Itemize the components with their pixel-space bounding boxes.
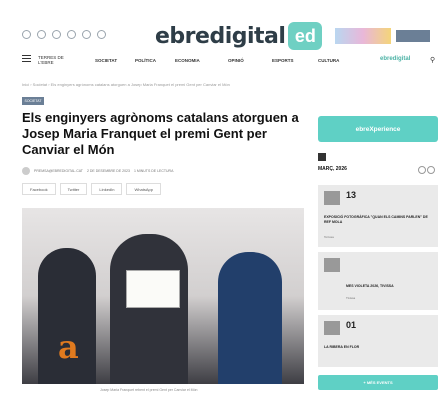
breadcrumb: Inici › Societat › Els enginyers agrònom… [22,82,230,87]
event-thumbnail [324,258,340,272]
event-location: Tortosa [324,235,334,239]
more-events-button[interactable]: + MÉS EVENTS [318,375,438,390]
nav-brand[interactable]: ebredigital [380,56,410,62]
person-center [110,234,188,384]
award-certificate [126,270,180,308]
article-title: Els enginyers agrònoms catalans atorguen… [22,110,299,157]
author-name[interactable]: PREMSA@EBREDIGITAL.CAT [34,169,83,173]
mail-icon[interactable] [97,30,106,39]
event-location: Tivissa [346,296,356,300]
event-title[interactable]: EXPOSICIÓ FOTOGRÀFICA "QUAN ELS CAMINS P… [324,215,432,225]
share-facebook-button[interactable]: Facebook [22,183,56,195]
event-card[interactable]: MES VIOLETA 2026, TIVISSA Tivissa [318,252,438,310]
site-logo[interactable]: ebredigital ed [155,22,323,50]
twitter-icon[interactable] [37,30,46,39]
article-photo: a [22,208,304,384]
nav-item-societat[interactable]: SOCIETAT [95,58,117,63]
share-whatsapp-button[interactable]: WhatsApp [126,183,161,195]
rss-icon[interactable] [82,30,91,39]
site-header: ebredigital ed [0,0,446,50]
event-thumbnail [324,191,340,205]
region-selector[interactable]: TERRES DE L'EBRE [38,55,64,65]
logo-text: ebredigital [155,23,286,49]
header-ad-banner[interactable] [335,28,391,44]
category-tag[interactable]: SOCIETAT [22,97,44,105]
youtube-icon[interactable] [67,30,76,39]
search-icon[interactable]: ⚲ [430,56,435,64]
menu-icon[interactable] [22,55,31,62]
article-meta: PREMSA@EBREDIGITAL.CAT 2 DE DESEMBRE DE … [22,167,173,175]
prev-month-button[interactable] [418,166,426,174]
instagram-icon[interactable] [52,30,61,39]
event-day: 01 [346,320,357,330]
logo-badge: ed [288,22,323,50]
region-line-2: L'EBRE [38,60,54,65]
calendar-icon [318,153,326,161]
award-letter-a: a [58,328,79,366]
author-avatar [22,167,30,175]
nav-item-economia[interactable]: ECONOMIA [175,58,200,63]
read-time: 1 MINUTS DE LECTURA [133,169,174,173]
publish-date: 2 DE DESEMBRE DE 2023 [86,169,130,173]
nav-item-cultura[interactable]: CULTURA [318,58,339,63]
event-thumbnail [324,321,340,335]
event-title[interactable]: MES VIOLETA 2026, TIVISSA [346,284,432,289]
person-right [218,252,282,384]
share-buttons: Facebook Twitter LinkedIn WhatsApp [22,183,161,195]
sidebar-ad-banner[interactable]: ebreXperience [318,116,438,142]
share-linkedin-button[interactable]: LinkedIn [91,183,123,195]
next-month-button[interactable] [427,166,435,174]
calendar-month: MARÇ, 2026 [318,166,347,172]
social-icons [22,30,106,39]
photo-caption: Josep Maria Franquet rebent el premi Gen… [100,388,198,392]
header-ad-button[interactable] [396,30,430,42]
event-title[interactable]: LA RIBERA EN FLOR [324,345,432,350]
share-twitter-button[interactable]: Twitter [59,183,88,195]
event-day: 13 [346,190,357,200]
event-card[interactable]: 13 EXPOSICIÓ FOTOGRÀFICA "QUAN ELS CAMIN… [318,185,438,247]
nav-item-esports[interactable]: ESPORTS [272,58,294,63]
event-card[interactable]: 01 LA RIBERA EN FLOR [318,315,438,367]
nav-item-opinio[interactable]: OPINIÓ [228,58,244,63]
calendar-nav [418,166,435,174]
nav-item-politica[interactable]: POLÍTICA [135,58,156,63]
facebook-icon[interactable] [22,30,31,39]
